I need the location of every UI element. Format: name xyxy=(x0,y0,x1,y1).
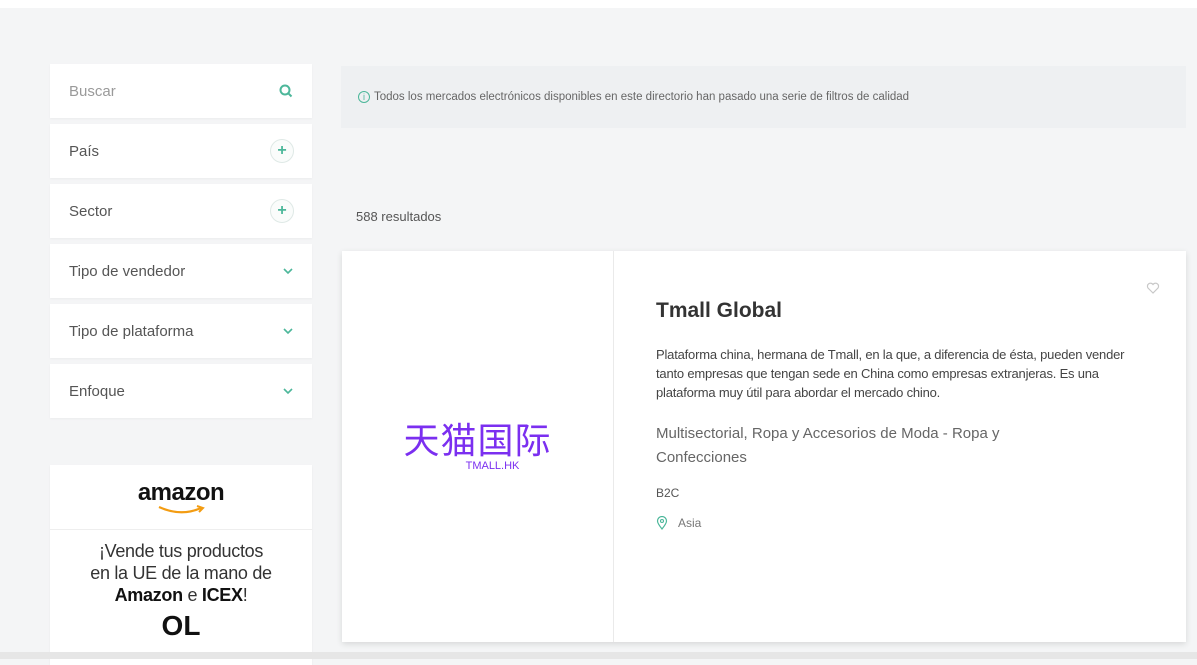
tmall-logo-chinese: 天猫国际 xyxy=(403,419,552,461)
region-label: Asia xyxy=(678,516,702,530)
marketplace-info: Tmall Global Plataforma china, hermana d… xyxy=(614,251,1186,642)
marketplace-sectors: Multisectorial, Ropa y Accesorios de Mod… xyxy=(656,425,1000,466)
search-input[interactable]: Buscar xyxy=(69,83,116,100)
marketplace-title[interactable]: Tmall Global xyxy=(656,299,1146,323)
filter-tipo-vendedor[interactable]: Tipo de vendedor xyxy=(50,244,312,298)
filter-enfoque[interactable]: Enfoque xyxy=(50,364,312,418)
ad-exclamation: ! xyxy=(242,585,248,605)
favorite-icon[interactable] xyxy=(1146,281,1160,295)
amazon-ad-banner[interactable]: amazon ¡Vende tus productos en la UE de … xyxy=(50,465,312,665)
chevron-down-icon[interactable] xyxy=(282,384,294,398)
chevron-down-icon[interactable] xyxy=(282,264,294,278)
icex-logo: OL xyxy=(161,610,201,641)
search-icon[interactable] xyxy=(278,83,294,99)
search-box[interactable]: Buscar xyxy=(50,64,312,118)
ad-line-3: Amazon e ICEX! xyxy=(50,584,312,606)
filter-sector[interactable]: Sector + xyxy=(50,184,312,238)
filter-label: Tipo de plataforma xyxy=(69,322,194,340)
ad-conjunction: e xyxy=(182,585,202,605)
filter-label: País xyxy=(69,142,100,160)
marketplace-description: Plataforma china, hermana de Tmall, en l… xyxy=(656,347,1125,400)
ad-promo-text: ¡Vende tus productos en la UE de la mano… xyxy=(50,540,312,606)
amazon-wordmark: amazon xyxy=(137,479,225,506)
filter-pais[interactable]: País + xyxy=(50,124,312,178)
marketplace-region: Asia xyxy=(656,516,1146,530)
amazon-smile-icon xyxy=(158,505,205,514)
filter-label: Sector xyxy=(69,202,113,220)
filter-tipo-plataforma[interactable]: Tipo de plataforma xyxy=(50,304,312,358)
ad-icex-word: ICEX xyxy=(201,585,243,605)
results-count: 588 resultados xyxy=(356,209,442,224)
ad-amazon-word: Amazon xyxy=(114,585,184,605)
filter-label: Enfoque xyxy=(69,382,125,400)
notice-text: Todos los mercados electrónicos disponib… xyxy=(374,91,910,103)
location-pin-icon xyxy=(656,516,668,530)
filter-label: Tipo de vendedor xyxy=(69,262,186,280)
filter-sidebar: Buscar País + Sector + Tipo de vendedor … xyxy=(50,64,312,424)
tmall-logo-sub: TMALL.HK xyxy=(465,459,520,472)
plus-icon[interactable]: + xyxy=(270,139,294,163)
marketplace-type: B2C xyxy=(656,486,680,500)
marketplace-logo[interactable]: 天猫国际 TMALL.HK xyxy=(342,251,614,642)
marketplace-card[interactable]: 天猫国际 TMALL.HK Tmall Global Plataforma ch… xyxy=(342,251,1186,642)
top-bar xyxy=(0,0,1197,8)
amazon-logo: amazon xyxy=(50,465,312,530)
chevron-down-icon[interactable] xyxy=(282,324,294,338)
info-icon: i xyxy=(358,91,370,103)
ad-line-1: ¡Vende tus productos xyxy=(98,541,264,561)
quality-notice: i Todos los mercados electrónicos dispon… xyxy=(341,66,1186,128)
ad-line-2: en la UE de la mano de xyxy=(90,563,272,583)
plus-icon[interactable]: + xyxy=(270,199,294,223)
bottom-edge xyxy=(0,652,1197,659)
